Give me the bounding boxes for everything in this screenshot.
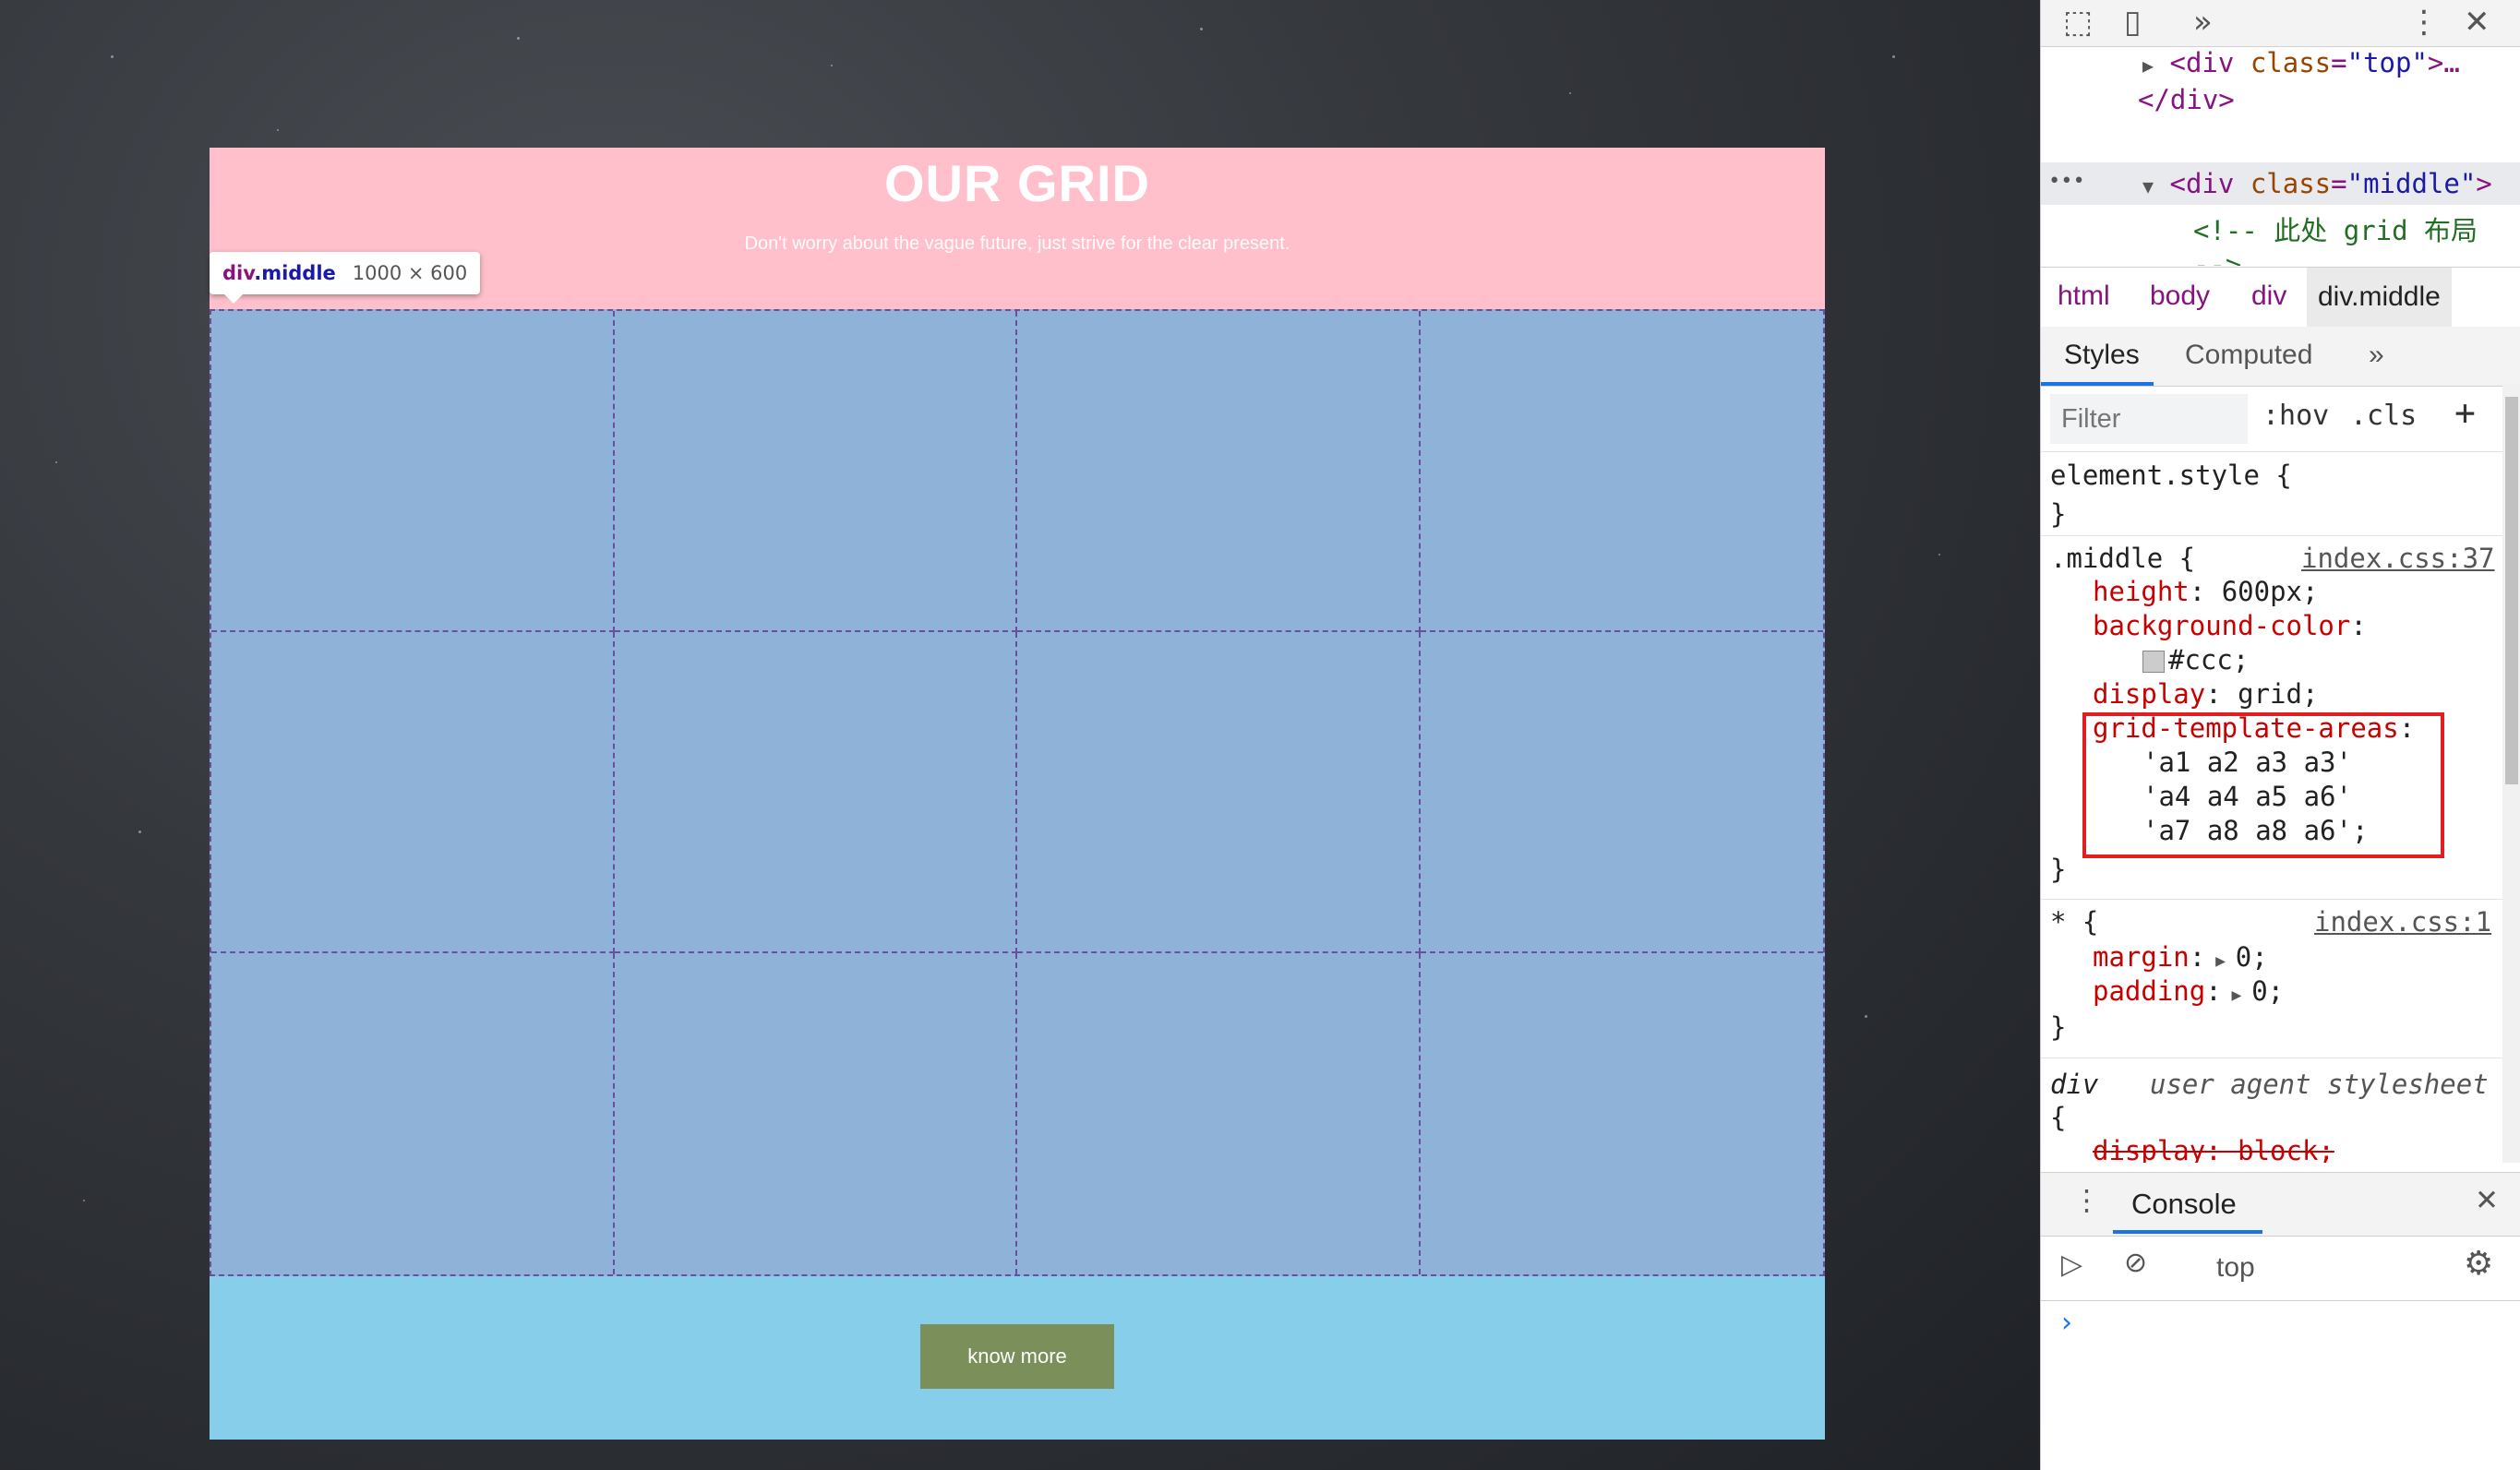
breadcrumb-div[interactable]: div bbox=[2251, 281, 2286, 312]
more-tabs-icon[interactable]: » bbox=[2193, 4, 2213, 41]
tab-styles[interactable]: Styles bbox=[2064, 340, 2140, 371]
property-background-color[interactable]: background-color: bbox=[2093, 610, 2367, 641]
dom-node-close[interactable]: </div> bbox=[2138, 84, 2235, 115]
grid-cell bbox=[1017, 632, 1421, 953]
styles-filter-bar: :hov .cls + bbox=[2041, 387, 2520, 452]
breadcrumb-div-middle[interactable]: div.middle bbox=[2307, 268, 2452, 327]
page-title: OUR GRID bbox=[884, 154, 1150, 212]
styles-tabs: Styles Computed » bbox=[2041, 327, 2520, 387]
breadcrumb-html[interactable]: html bbox=[2058, 281, 2110, 312]
rule-middle: .middle { index.css:37 height: 600px; ba… bbox=[2041, 537, 2502, 900]
inspect-element-icon[interactable]: ⬚ bbox=[2063, 4, 2093, 41]
know-more-button[interactable]: know more bbox=[920, 1324, 1114, 1389]
color-swatch[interactable] bbox=[2142, 651, 2165, 673]
expand-arrow-icon[interactable]: ▶ bbox=[2142, 54, 2154, 77]
devtools-panel: ⬚ ▯ » ⋮ ✕ ▶ <div class="top">… </div> ••… bbox=[2040, 0, 2520, 1470]
grid-cell bbox=[614, 632, 1017, 953]
tab-computed[interactable]: Computed bbox=[2185, 340, 2312, 371]
grid-cell bbox=[1017, 311, 1421, 632]
grid-cell bbox=[615, 953, 1017, 1274]
filter-input[interactable] bbox=[2050, 394, 2248, 444]
grid-cell bbox=[211, 953, 615, 1274]
grid-cell bbox=[1420, 632, 1823, 953]
rule-element-style: element.style { } bbox=[2041, 452, 2502, 536]
styles-scrollbar-thumb[interactable] bbox=[2505, 397, 2518, 784]
drawer-menu-icon[interactable]: ⋮ bbox=[2072, 1184, 2101, 1217]
rule-universal: * { index.css:1 margin: ▶ 0; padding: ▶ … bbox=[2041, 901, 2502, 1058]
active-tab-indicator bbox=[2041, 382, 2154, 386]
close-icon[interactable]: ✕ bbox=[2464, 4, 2490, 41]
grid-cell bbox=[1017, 953, 1421, 1274]
tooltip-element-name: div.middle bbox=[222, 262, 336, 284]
active-tab-indicator bbox=[2113, 1230, 2262, 1234]
rule-selector[interactable]: .middle { bbox=[2050, 543, 2195, 574]
collapse-arrow-icon[interactable]: ▼ bbox=[2142, 175, 2154, 197]
source-link[interactable]: index.css:37 bbox=[2301, 543, 2495, 574]
rule-user-agent-div: div user agent stylesheet { display: blo… bbox=[2050, 1069, 2489, 1163]
tab-console[interactable]: Console bbox=[2131, 1188, 2237, 1221]
breadcrumb-body[interactable]: body bbox=[2150, 281, 2210, 312]
class-toggle-button[interactable]: .cls bbox=[2350, 400, 2417, 432]
add-style-rule-button[interactable]: + bbox=[2454, 392, 2476, 433]
property-background-value[interactable]: #ccc; bbox=[2142, 644, 2249, 675]
web-page: OUR GRID Don't worry about the vague fut… bbox=[210, 148, 1825, 1440]
device-toolbar-icon[interactable]: ▯ bbox=[2124, 4, 2142, 41]
dom-ellipsis-icon[interactable]: ••• bbox=[2048, 170, 2085, 193]
kebab-menu-icon[interactable]: ⋮ bbox=[2408, 4, 2440, 41]
middle-grid bbox=[210, 309, 1825, 1276]
grid-cell bbox=[614, 311, 1017, 632]
grid-cell bbox=[211, 632, 615, 953]
dom-comment-end[interactable]: --> bbox=[2193, 249, 2241, 266]
property-display[interactable]: display: grid; bbox=[2093, 678, 2318, 710]
source-link[interactable]: index.css:1 bbox=[2314, 906, 2491, 938]
property-margin[interactable]: margin: ▶ 0; bbox=[2093, 941, 2268, 973]
devtools-toolbar: ⬚ ▯ » ⋮ ✕ bbox=[2041, 0, 2520, 47]
breadcrumb: html body div div.middle bbox=[2041, 267, 2520, 328]
property-height[interactable]: height: 600px; bbox=[2093, 576, 2318, 607]
close-drawer-icon[interactable]: ✕ bbox=[2475, 1184, 2499, 1217]
grid-cell bbox=[1420, 311, 1823, 632]
browser-viewport: OUR GRID Don't worry about the vague fut… bbox=[0, 0, 2040, 1470]
context-selector[interactable]: top bbox=[2216, 1252, 2255, 1284]
grid-cell bbox=[211, 311, 615, 632]
console-prompt[interactable]: › bbox=[2061, 1307, 2072, 1339]
hover-state-button[interactable]: :hov bbox=[2262, 400, 2329, 432]
highlight-annotation-box bbox=[2082, 712, 2444, 858]
dom-node-middle[interactable]: ▼ <div class="middle"> bbox=[2142, 168, 2492, 199]
console-drawer-header: ⋮ Console ✕ bbox=[2041, 1172, 2520, 1237]
grid-cell bbox=[1421, 953, 1824, 1274]
console-toolbar: ▷ ⊘ top ⚙ bbox=[2041, 1236, 2520, 1301]
tooltip-element-size: 1000 × 600 bbox=[352, 262, 468, 284]
sidebar-toggle-icon[interactable]: ▷ bbox=[2061, 1249, 2082, 1281]
dom-comment[interactable]: <!-- 此处 grid 布局 bbox=[2193, 209, 2478, 248]
dom-node-top[interactable]: ▶ <div class="top">… bbox=[2142, 47, 2460, 78]
element-inspect-tooltip: div.middle 1000 × 600 bbox=[210, 252, 481, 304]
settings-gear-icon[interactable]: ⚙ bbox=[2464, 1245, 2493, 1283]
more-tabs-icon[interactable]: » bbox=[2369, 340, 2384, 371]
clear-console-icon[interactable]: ⊘ bbox=[2124, 1247, 2147, 1279]
property-padding[interactable]: padding: ▶ 0; bbox=[2093, 975, 2284, 1007]
bottom-section: know more bbox=[210, 1276, 1825, 1440]
dom-tree: ▶ <div class="top">… </div> ••• ▼ <div c… bbox=[2041, 47, 2520, 266]
styles-pane: element.style { } .middle { index.css:37… bbox=[2041, 452, 2502, 1163]
